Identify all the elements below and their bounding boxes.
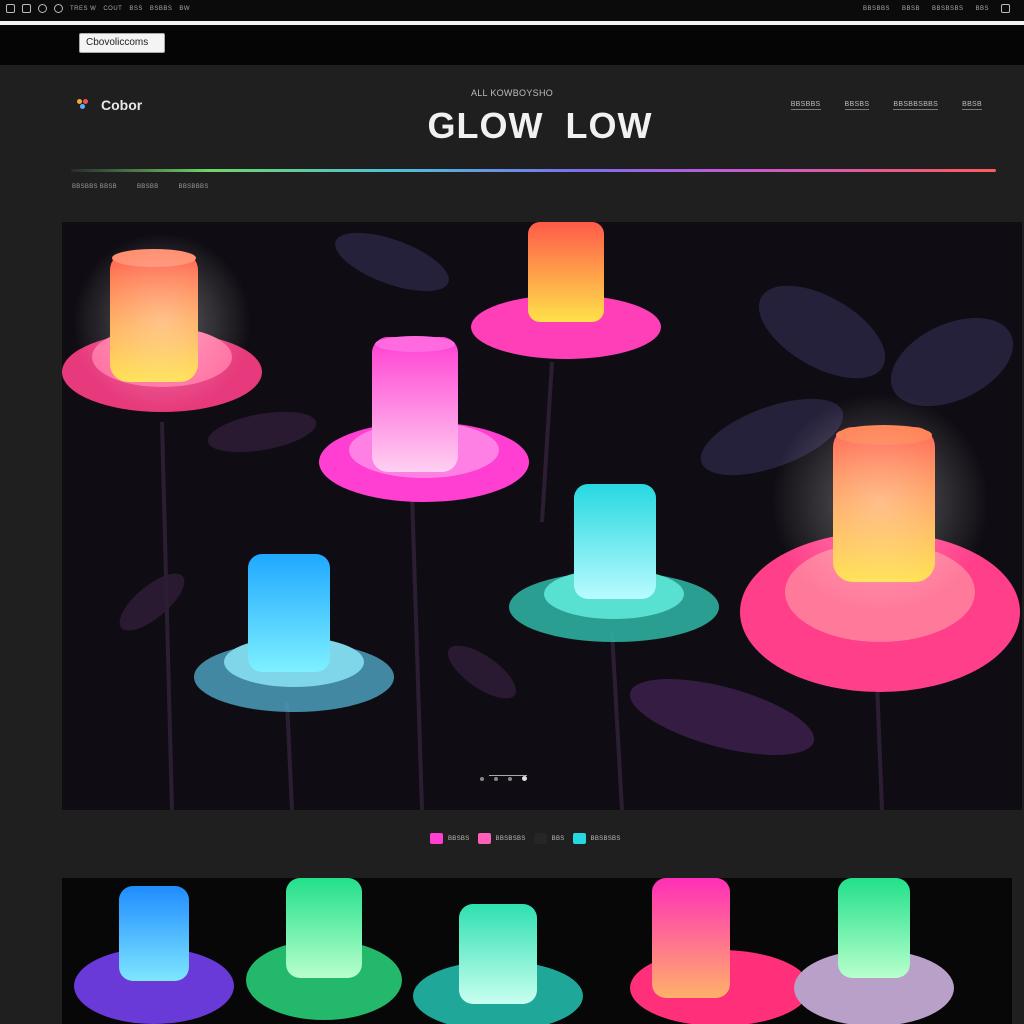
swatch-color-2 xyxy=(477,833,491,844)
swatch-3[interactable]: BBS xyxy=(533,833,565,844)
menu-icon[interactable] xyxy=(6,4,15,13)
thumb-4[interactable] xyxy=(630,878,810,1024)
nav-link-4[interactable]: BBSB xyxy=(962,101,982,110)
menu-item-2[interactable]: COUT xyxy=(103,6,122,12)
product-strip xyxy=(62,878,1012,1024)
hero-image[interactable] xyxy=(62,222,1022,810)
swatch-1[interactable]: BBSBS xyxy=(430,833,470,844)
thumb-2[interactable] xyxy=(246,878,402,1020)
menu-item-4[interactable]: BSBBS xyxy=(150,6,173,12)
subnav-link-1[interactable]: BBSBBS BBSB xyxy=(72,184,117,190)
swatch-label-4: BBSBSBS xyxy=(590,835,621,842)
page-title: GLOW LOW xyxy=(427,105,653,146)
sub-nav: BBSBBS BBSB BBSBB BBSBBBS xyxy=(72,184,209,190)
address-row: Cbovoliccoms xyxy=(0,25,1024,65)
carousel-dot-4[interactable] xyxy=(522,776,527,781)
toolbar-right-item-3[interactable]: BBSBSBS xyxy=(932,6,964,12)
carousel-dots xyxy=(480,776,527,781)
settings-icon[interactable] xyxy=(38,4,47,13)
toolbar-right-item-1[interactable]: BBSBBS xyxy=(863,6,890,12)
menu-item-1[interactable]: TRES W xyxy=(70,6,96,12)
swatch-4[interactable]: BBSBSBS xyxy=(572,833,621,844)
menu-item-5[interactable]: BW xyxy=(179,6,190,12)
refresh-icon[interactable] xyxy=(54,4,63,13)
carousel-dot-3[interactable] xyxy=(508,776,512,781)
toolbar-right-item-4[interactable]: BBS xyxy=(975,6,989,12)
address-field[interactable]: Cbovoliccoms xyxy=(79,33,165,53)
hero-eyebrow: ALL KOWBOYSHO xyxy=(470,88,554,98)
swatch-label-3: BBS xyxy=(551,835,565,842)
thumb-5[interactable] xyxy=(794,878,954,1024)
toolbar-right-item-2[interactable]: BBSB xyxy=(902,6,920,12)
swatch-label-1: BBSBS xyxy=(448,835,470,842)
swatch-label-2: BBSBSBS xyxy=(495,835,526,842)
swatch-color-3 xyxy=(533,833,547,844)
toolbar-left: TRES W COUT BSS BSBBS BW xyxy=(6,4,190,13)
swatch-color-1 xyxy=(430,833,443,844)
menu-item-3[interactable]: BSS xyxy=(129,6,143,12)
carousel-dot-2[interactable] xyxy=(494,776,498,781)
carousel-dot-1[interactable] xyxy=(480,776,484,781)
browser-toolbar: TRES W COUT BSS BSBBS BW BBSBBS BBSB BBS… xyxy=(0,0,1024,22)
gradient-divider xyxy=(71,169,996,172)
swatch-2[interactable]: BBSBSBS xyxy=(477,833,526,844)
nav-link-1[interactable]: BBSBBS xyxy=(790,101,821,110)
glowing-flowers-illustration xyxy=(62,222,1020,810)
toolbar-right: BBSBBS BBSB BBSBSBS BBS xyxy=(863,4,1010,13)
thumb-1[interactable] xyxy=(74,886,234,1024)
subnav-link-3[interactable]: BBSBBBS xyxy=(179,184,209,190)
color-swatches: BBSBS BBSBSBS BBS BBSBSBS xyxy=(430,833,621,844)
swatch-color-4 xyxy=(572,833,586,844)
nav-link-2[interactable]: BBSBS xyxy=(844,101,870,110)
subnav-link-2[interactable]: BBSBB xyxy=(137,184,159,190)
web-page: Cobor ALL KOWBOYSHO GLOW LOW BBSBBS BBSB… xyxy=(0,65,1024,1024)
thumb-3[interactable] xyxy=(413,904,583,1024)
page-icon[interactable] xyxy=(22,4,31,13)
main-nav: BBSBBS BBSBS BBSBBSBBS BBSB xyxy=(790,101,982,110)
product-thumbnails xyxy=(74,878,954,1024)
nav-link-3[interactable]: BBSBBSBBS xyxy=(893,101,939,110)
window-icon[interactable] xyxy=(1001,4,1010,13)
